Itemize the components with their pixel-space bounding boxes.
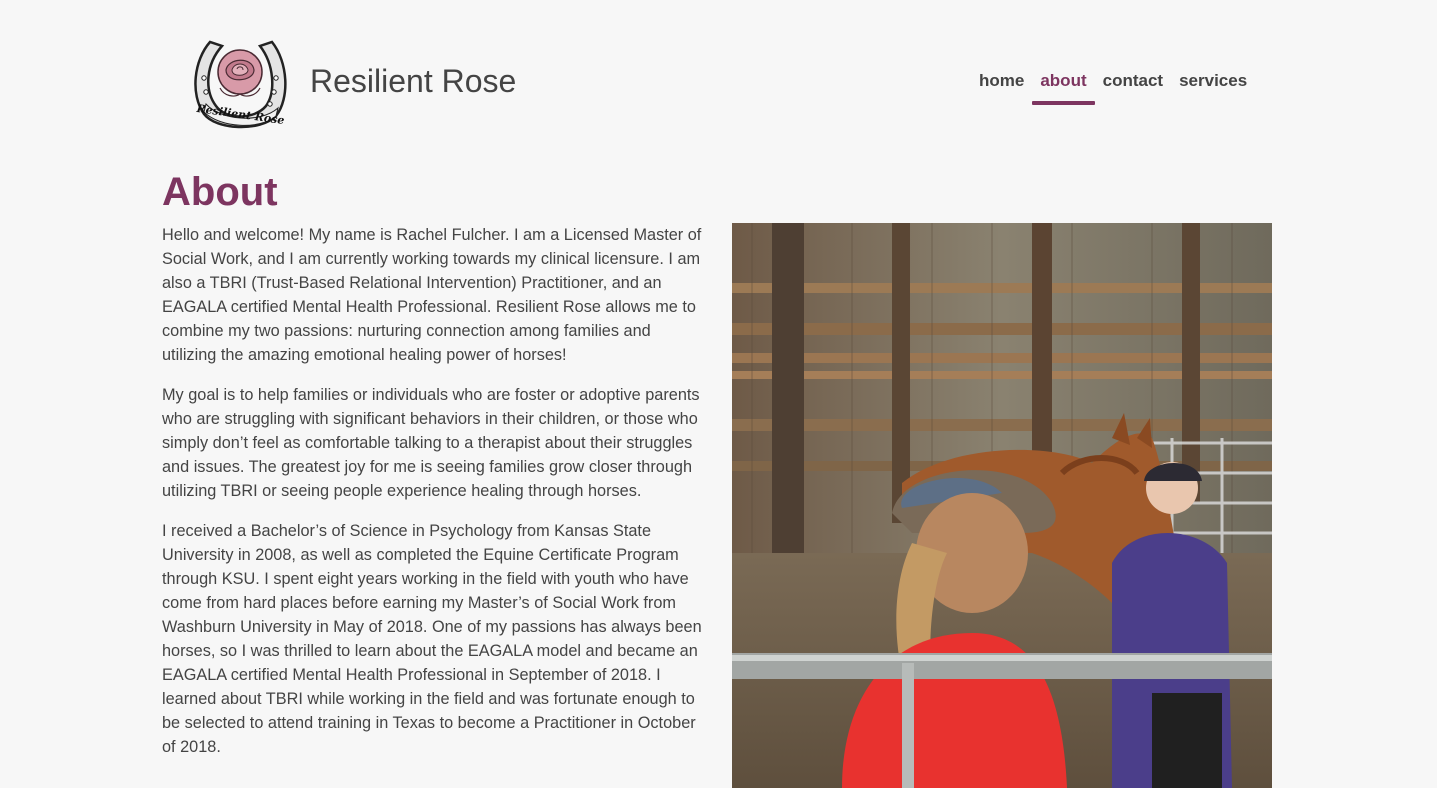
site-logo[interactable]: Resilient Rose <box>190 32 290 134</box>
nav-contact[interactable]: contact <box>1103 70 1163 92</box>
intro-paragraph: Hello and welcome! My name is Rachel Ful… <box>162 226 702 364</box>
main-nav: home about contact services <box>979 70 1247 105</box>
nav-home[interactable]: home <box>979 70 1024 92</box>
nav-about[interactable]: about <box>1032 70 1095 105</box>
site-header: Resilient Rose Resilient Rose home about… <box>0 0 1437 150</box>
goal-paragraph: My goal is to help families or individua… <box>162 386 700 500</box>
education-paragraph: I received a Bachelor’s of Science in Ps… <box>162 522 702 756</box>
nav-services[interactable]: services <box>1179 70 1247 92</box>
about-photo <box>732 223 1272 788</box>
page-title: About <box>162 170 278 214</box>
about-text: Hello and welcome! My name is Rachel Ful… <box>162 223 707 775</box>
site-title[interactable]: Resilient Rose <box>310 62 516 100</box>
